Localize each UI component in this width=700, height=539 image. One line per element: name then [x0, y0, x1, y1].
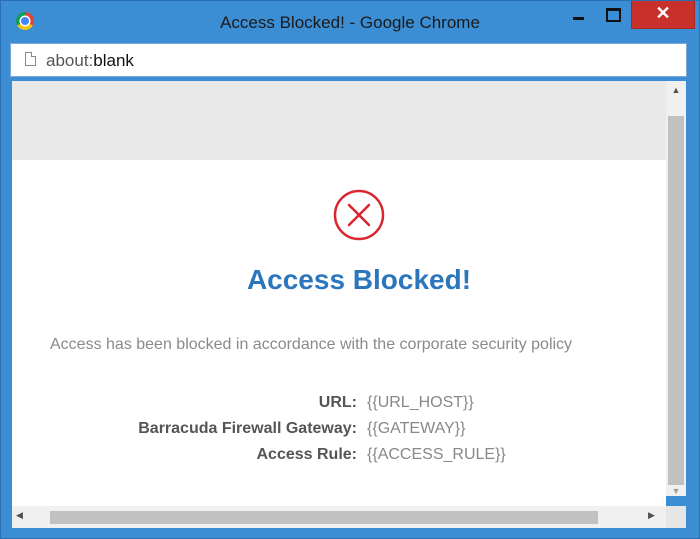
- minimize-button[interactable]: [564, 1, 594, 29]
- window-title: Access Blocked! - Google Chrome: [220, 13, 480, 32]
- info-row-url: URL: {{URL_HOST}}: [12, 394, 666, 416]
- vertical-scroll-thumb[interactable]: [668, 116, 684, 485]
- horizontal-scrollbar[interactable]: ◀ ▶: [12, 506, 666, 528]
- url-scheme: about:: [46, 51, 94, 70]
- info-label: Access Rule:: [256, 446, 358, 463]
- scroll-left-arrow-icon[interactable]: ◀: [16, 510, 23, 521]
- info-label: URL:: [318, 394, 357, 411]
- title-bar[interactable]: Access Blocked! - Google Chrome ✕: [1, 1, 699, 43]
- info-row-gateway: Barracuda Firewall Gateway: {{GATEWAY}}: [12, 420, 666, 442]
- info-label: Barracuda Firewall Gateway:: [138, 420, 357, 437]
- page-header-band: [12, 81, 666, 160]
- scroll-up-arrow-icon[interactable]: ▲: [666, 83, 686, 97]
- page-viewport: Access Blocked! Access has been blocked …: [12, 81, 666, 496]
- scrollbar-corner: [666, 506, 686, 528]
- address-bar[interactable]: about:blank: [10, 43, 687, 77]
- page-heading: Access Blocked!: [246, 264, 472, 295]
- info-value: {{GATEWAY}}: [367, 420, 466, 437]
- close-icon: ✕: [655, 3, 671, 23]
- scroll-down-arrow-icon[interactable]: ▼: [666, 486, 686, 496]
- url-host: blank: [93, 51, 134, 70]
- horizontal-scroll-thumb[interactable]: [50, 511, 598, 524]
- page-bottom-padding: [12, 496, 666, 506]
- info-row-access-rule: Access Rule: {{ACCESS_RULE}}: [12, 446, 666, 468]
- maximize-button[interactable]: [598, 1, 628, 29]
- blocked-message: Access has been blocked in accordance wi…: [50, 336, 573, 353]
- blocked-x-circle-icon: [333, 189, 385, 241]
- blank-page-icon: [25, 52, 36, 66]
- vertical-scrollbar[interactable]: ▲ ▼: [666, 81, 686, 496]
- address-url[interactable]: about:blank: [46, 51, 134, 71]
- info-value: {{ACCESS_RULE}}: [367, 446, 506, 463]
- close-button[interactable]: ✕: [631, 1, 695, 29]
- info-value: {{URL_HOST}}: [367, 394, 474, 411]
- scroll-right-arrow-icon[interactable]: ▶: [648, 510, 655, 521]
